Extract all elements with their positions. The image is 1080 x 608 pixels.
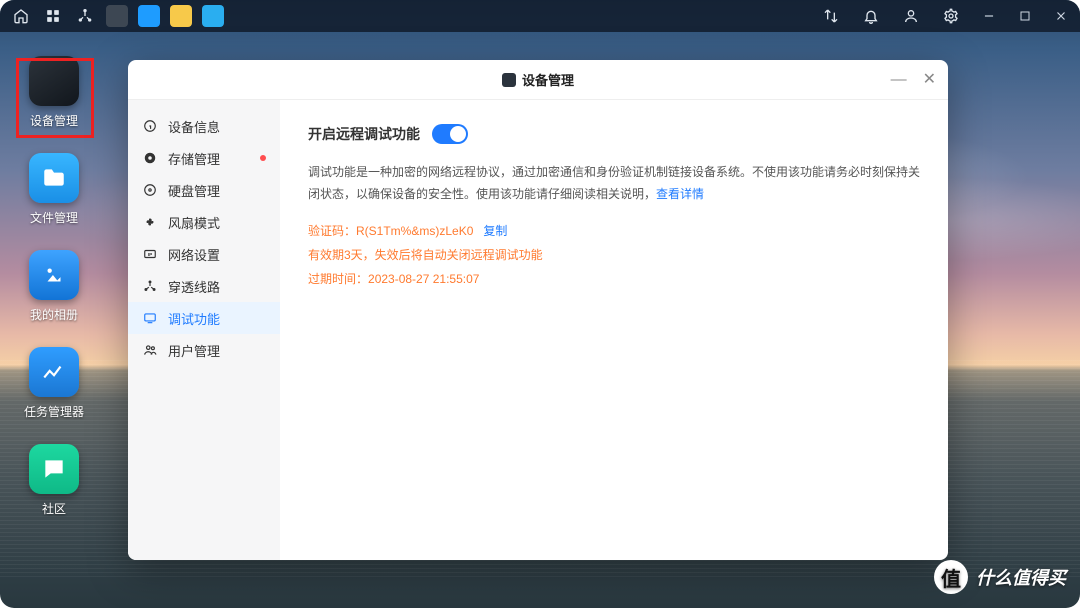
taskbar-network-icon[interactable] <box>74 5 96 27</box>
chat-icon <box>29 444 79 494</box>
expire-value: 2023-08-27 21:55:07 <box>368 272 479 286</box>
taskbar-app-notes[interactable] <box>170 5 192 27</box>
desktop-icon-community[interactable]: 社区 <box>16 444 92 517</box>
desktop-icon-column: 设备管理 文件管理 我的相册 任务管理器 社区 <box>16 56 106 517</box>
remote-debug-label: 开启远程调试功能 <box>308 124 420 144</box>
fan-icon <box>142 214 158 230</box>
desktop-icon-device-manager[interactable]: 设备管理 <box>16 56 92 129</box>
notification-dot-icon <box>260 155 266 161</box>
desktop: 设备管理 文件管理 我的相册 任务管理器 社区 设备管理 <box>0 0 1080 608</box>
remote-debug-toggle[interactable] <box>432 124 468 144</box>
photos-icon <box>29 250 79 300</box>
debug-icon <box>142 310 158 326</box>
device-manager-window: 设备管理 — ✕ 设备信息 存储管理 硬盘管理 <box>128 60 948 560</box>
window-title-text: 设备管理 <box>522 70 574 89</box>
watermark-text: 什么值得买 <box>976 564 1066 590</box>
desktop-icon-label: 社区 <box>42 500 66 517</box>
info-icon <box>142 118 158 134</box>
remote-debug-row: 开启远程调试功能 <box>308 124 920 144</box>
taskbar-app-device-manager[interactable] <box>106 5 128 27</box>
window-title: 设备管理 <box>502 70 574 89</box>
copy-code-link[interactable]: 复制 <box>483 224 507 238</box>
taskbar-bell-icon[interactable] <box>860 5 882 27</box>
desktop-icon-label: 我的相册 <box>30 306 78 323</box>
expire-note: 有效期3天，失效后将自动关闭远程调试功能 <box>308 248 543 262</box>
taskbar-transfer-icon[interactable] <box>820 5 842 27</box>
sidebar-item-storage[interactable]: 存储管理 <box>128 142 280 174</box>
sidebar-item-fan[interactable]: 风扇模式 <box>128 206 280 238</box>
svg-text:IP: IP <box>148 252 152 257</box>
desktop-icon-label: 文件管理 <box>30 209 78 226</box>
desktop-icon-label: 设备管理 <box>30 112 78 129</box>
taskbar-apps-icon[interactable] <box>42 5 64 27</box>
taskbar-app-docker[interactable] <box>138 5 160 27</box>
os-minimize-button[interactable] <box>980 7 998 25</box>
sidebar-item-label: 调试功能 <box>168 309 220 328</box>
sidebar-item-label: 网络设置 <box>168 245 220 264</box>
sidebar-item-label: 用户管理 <box>168 341 220 360</box>
ip-icon: IP <box>142 246 158 262</box>
watermark-badge-icon: 值 <box>934 560 968 594</box>
taskbar-user-icon[interactable] <box>900 5 922 27</box>
os-maximize-button[interactable] <box>1016 7 1034 25</box>
sidebar-item-network[interactable]: IP 网络设置 <box>128 238 280 270</box>
view-details-link[interactable]: 查看详情 <box>656 187 704 201</box>
os-taskbar <box>0 0 1080 32</box>
code-value: R(S1Tm%&ms)zLeK0 <box>356 224 473 238</box>
desktop-icon-label: 任务管理器 <box>24 403 84 420</box>
sidebar-item-route[interactable]: 穿透线路 <box>128 270 280 302</box>
sidebar-item-users[interactable]: 用户管理 <box>128 334 280 366</box>
description-text: 调试功能是一种加密的网络远程协议，通过加密通信和身份验证机制链接设备系统。不使用… <box>308 165 920 201</box>
watermark: 值 什么值得买 <box>934 560 1066 594</box>
desktop-icon-my-photos[interactable]: 我的相册 <box>16 250 92 323</box>
os-close-button[interactable] <box>1052 7 1070 25</box>
window-titlebar: 设备管理 — ✕ <box>128 60 948 100</box>
desktop-icon-task-manager[interactable]: 任务管理器 <box>16 347 92 420</box>
window-close-button[interactable]: ✕ <box>923 72 936 88</box>
sidebar-item-device-info[interactable]: 设备信息 <box>128 110 280 142</box>
app-icon <box>502 73 516 87</box>
device-manager-icon <box>29 56 79 106</box>
sidebar-item-label: 穿透线路 <box>168 277 220 296</box>
folder-icon <box>29 153 79 203</box>
route-icon <box>142 278 158 294</box>
task-icon <box>29 347 79 397</box>
storage-icon <box>142 150 158 166</box>
sidebar-item-label: 硬盘管理 <box>168 181 220 200</box>
sidebar: 设备信息 存储管理 硬盘管理 风扇模式 IP 网络设置 <box>128 100 280 560</box>
sidebar-item-label: 存储管理 <box>168 149 220 168</box>
sidebar-item-disk[interactable]: 硬盘管理 <box>128 174 280 206</box>
users-icon <box>142 342 158 358</box>
taskbar-gear-icon[interactable] <box>940 5 962 27</box>
disk-icon <box>142 182 158 198</box>
sidebar-item-label: 设备信息 <box>168 117 220 136</box>
taskbar-home-icon[interactable] <box>10 5 32 27</box>
desktop-icon-file-manager[interactable]: 文件管理 <box>16 153 92 226</box>
window-minimize-button[interactable]: — <box>891 72 907 88</box>
sidebar-item-label: 风扇模式 <box>168 213 220 232</box>
taskbar-app-files[interactable] <box>202 5 224 27</box>
sidebar-item-debug[interactable]: 调试功能 <box>128 302 280 334</box>
remote-debug-description: 调试功能是一种加密的网络远程协议，通过加密通信和身份验证机制链接设备系统。不使用… <box>308 162 920 205</box>
expire-key: 过期时间： <box>308 272 368 286</box>
content-panel: 开启远程调试功能 调试功能是一种加密的网络远程协议，通过加密通信和身份验证机制链… <box>280 100 948 560</box>
debug-meta: 验证码：R(S1Tm%&ms)zLeK0 复制 有效期3天，失效后将自动关闭远程调… <box>308 219 920 291</box>
code-key: 验证码： <box>308 224 356 238</box>
